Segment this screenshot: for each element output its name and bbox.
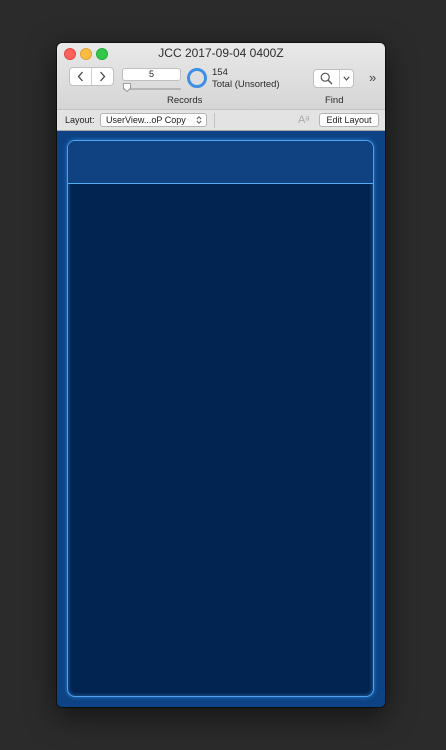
layout-label: Layout:: [65, 115, 95, 125]
chevron-down-icon: [343, 76, 350, 81]
find-label: Find: [325, 95, 344, 106]
record-slider-thumb[interactable]: [123, 83, 131, 92]
previous-record-button[interactable]: [70, 68, 92, 85]
layout-name: UserView...oP Copy: [106, 115, 186, 125]
next-record-button[interactable]: [92, 68, 113, 85]
chevron-updown-icon: [196, 116, 202, 124]
found-set-pie-icon: [187, 68, 207, 88]
record-count: 154: [212, 67, 228, 78]
record-slider-track[interactable]: [123, 88, 181, 90]
layout-bar-divider: [214, 113, 215, 128]
edit-layout-button[interactable]: Edit Layout: [319, 113, 379, 127]
chevron-right-icon: [100, 71, 106, 82]
find-menu-button[interactable]: [340, 70, 353, 87]
window-title: JCC 2017-09-04 0400Z: [158, 46, 284, 60]
record-navigation: [69, 67, 114, 86]
panel-header: [68, 141, 373, 184]
search-icon[interactable]: [314, 70, 340, 87]
app-window: JCC 2017-09-04 0400Z 5 154 Total (Unsort…: [57, 43, 385, 707]
text-format-button[interactable]: Aᵃ: [298, 114, 309, 126]
layout-bar: Layout: UserView...oP Copy Aᵃ Edit Layou…: [57, 109, 385, 131]
toolbar-overflow-button[interactable]: »: [369, 70, 376, 85]
records-label: Records: [167, 95, 203, 106]
chevron-left-icon: [77, 71, 83, 82]
title-toolbar: JCC 2017-09-04 0400Z 5 154 Total (Unsort…: [57, 43, 385, 109]
total-status: Total (Unsorted): [212, 79, 280, 90]
find-button[interactable]: [313, 69, 354, 88]
layout-content: [57, 131, 385, 707]
current-record-field[interactable]: 5: [122, 68, 181, 81]
layout-select[interactable]: UserView...oP Copy: [100, 113, 207, 127]
record-panel: [67, 140, 374, 697]
